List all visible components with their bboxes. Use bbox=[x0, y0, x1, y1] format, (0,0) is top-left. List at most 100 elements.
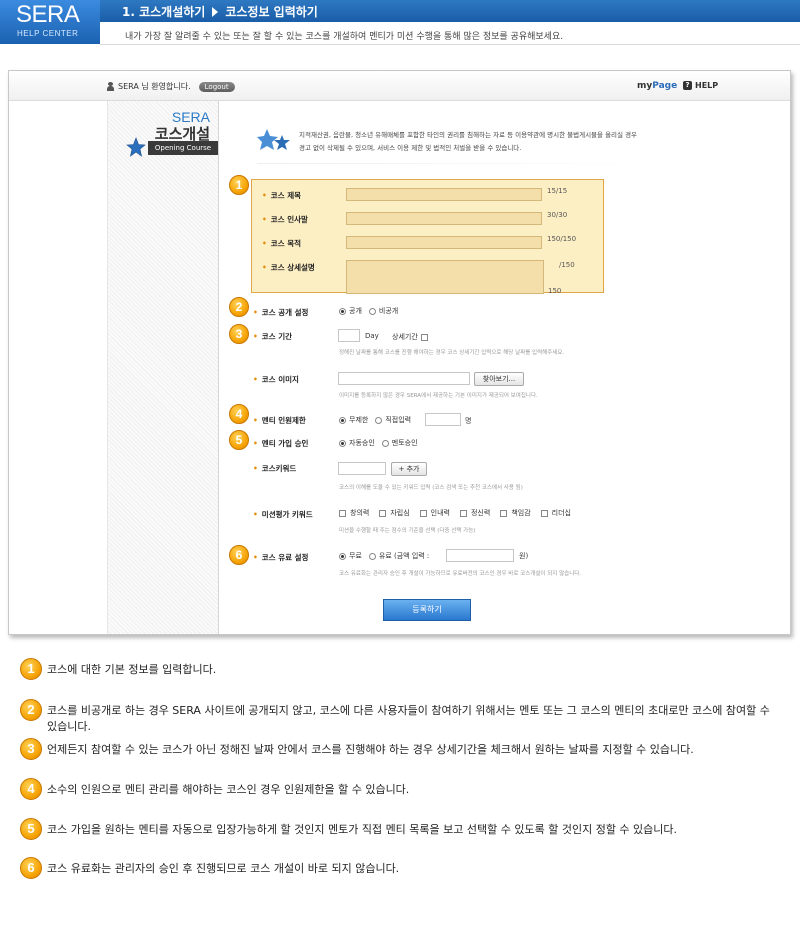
course-greeting-count: 30/30 bbox=[547, 211, 568, 219]
course-title-count: 15/15 bbox=[547, 187, 568, 195]
marker-6: 6 bbox=[229, 545, 249, 565]
welcome-text: SERA 님 환영합니다. bbox=[118, 82, 191, 91]
explanation-marker-4: 4 bbox=[20, 778, 42, 800]
site-topbar: SERA 님 환영합니다. Logout myPage ? HELP bbox=[9, 71, 790, 101]
direct-input-option-label: 직접입력 bbox=[385, 416, 412, 424]
unlimited-option-label: 무제한 bbox=[349, 416, 369, 424]
paid-radio[interactable] bbox=[368, 552, 376, 560]
auto-approve-label: 자동승인 bbox=[349, 439, 375, 447]
period-detail-checkbox[interactable] bbox=[420, 333, 428, 341]
public-option-label: 공개 bbox=[349, 307, 362, 315]
eval-options: 창의력 자립심 인내력 정신력 책임감 리더십 bbox=[339, 508, 571, 518]
period-unit: Day bbox=[365, 332, 379, 340]
register-button[interactable]: 등록하기 bbox=[383, 599, 471, 621]
explanation-text-6: 코스 유료화는 관리자의 승인 후 진행되므로 코스 개설이 바로 되지 않습니… bbox=[47, 862, 400, 875]
course-greeting-input[interactable] bbox=[346, 212, 542, 225]
marker-3: 3 bbox=[229, 324, 249, 344]
help-icon: ? bbox=[683, 81, 692, 90]
explanation-text-2: 코스를 비공개로 하는 경우 SERA 사이트에 공개되지 않고, 코스에 다른… bbox=[47, 704, 770, 733]
mentor-approve-radio[interactable] bbox=[381, 439, 389, 447]
public-setting-label: 코스 공개 설정 bbox=[253, 307, 309, 318]
left-column: SERA 코스개설 Opening Course bbox=[107, 101, 219, 634]
unlimited-radio[interactable] bbox=[339, 416, 346, 424]
course-goal-label: 코스 목적 bbox=[262, 238, 301, 249]
explanation-marker-1: 1 bbox=[20, 658, 42, 680]
keyword-input[interactable] bbox=[338, 462, 386, 475]
private-option-label: 비공개 bbox=[378, 307, 399, 315]
eval-option-4: 정신력 bbox=[470, 509, 491, 517]
header-divider bbox=[100, 44, 800, 45]
course-detail-count: /150 bbox=[559, 261, 575, 269]
eval-checkbox-3[interactable] bbox=[419, 509, 427, 517]
eval-option-1: 창의력 bbox=[350, 509, 370, 517]
breadcrumb: 1. 코스개설하기 코스정보 입력하기 bbox=[122, 3, 318, 20]
header-bar bbox=[0, 0, 800, 22]
period-hint: 정해진 날짜를 통해 코스를 진행 해야하는 경우 코스 상세기간 입력으로 해… bbox=[339, 350, 565, 356]
course-detail-textarea[interactable] bbox=[346, 260, 544, 294]
explanation-text-3: 언제든지 참여할 수 있는 코스가 아닌 정해진 날짜 안에서 코스를 진행해야… bbox=[47, 743, 694, 756]
logout-button[interactable]: Logout bbox=[198, 81, 235, 92]
marker-2: 2 bbox=[229, 297, 249, 317]
eval-checkbox-5[interactable] bbox=[500, 509, 508, 517]
add-keyword-button[interactable]: + 추가 bbox=[391, 462, 427, 476]
sera-logo[interactable]: SERA HELP CENTER bbox=[0, 0, 100, 44]
breadcrumb-step: 1. 코스개설하기 bbox=[122, 5, 206, 19]
course-detail-label: 코스 상세설명 bbox=[262, 262, 315, 273]
logo-subtitle: HELP CENTER bbox=[17, 29, 79, 38]
free-option-label: 무료 bbox=[349, 552, 362, 560]
course-title-input[interactable] bbox=[346, 188, 542, 201]
eval-option-2: 자립심 bbox=[390, 509, 410, 517]
keyword-hint: 코스의 이해를 도울 수 있는 키워드 입력 (코스 검색 또는 추천 코스에서… bbox=[339, 485, 523, 491]
mentee-limit-input[interactable] bbox=[425, 413, 461, 426]
eval-checkbox-2[interactable] bbox=[379, 509, 387, 517]
browse-button[interactable]: 찾아보기... bbox=[474, 372, 524, 386]
eval-checkbox-6[interactable] bbox=[540, 509, 548, 517]
notice-star-icon bbox=[257, 129, 290, 150]
public-radio[interactable] bbox=[339, 307, 346, 315]
help-link[interactable]: ? HELP bbox=[683, 81, 718, 90]
paid-options: 무료 유료 (금액 입력 : bbox=[339, 551, 429, 561]
eval-checkbox-4[interactable] bbox=[459, 509, 467, 517]
paid-unit: 원) bbox=[519, 552, 529, 560]
star-icon bbox=[126, 137, 146, 157]
free-radio[interactable] bbox=[339, 552, 346, 560]
course-greeting-label: 코스 인사말 bbox=[262, 214, 308, 225]
logo-text: SERA bbox=[16, 1, 80, 28]
mypage-suffix: Page bbox=[652, 81, 678, 91]
join-options: 자동승인 멘토승인 bbox=[339, 438, 418, 448]
course-goal-input[interactable] bbox=[346, 236, 542, 249]
paid-setting-label: 코스 유료 설정 bbox=[253, 552, 309, 563]
limit-unit: 명 bbox=[465, 417, 472, 425]
mypage-link[interactable]: myPage bbox=[637, 81, 677, 91]
help-header: SERA HELP CENTER 1. 코스개설하기 코스정보 입력하기 내가 … bbox=[0, 0, 800, 44]
period-detail-group: 상세기간 bbox=[392, 332, 428, 342]
chevron-right-icon bbox=[212, 6, 219, 17]
notice-line-1: 지적재산권, 음란물, 청소년 유해매체를 포함한 타인의 권리를 침해하는 자… bbox=[299, 131, 638, 139]
course-form-screenshot: SERA 님 환영합니다. Logout myPage ? HELP SERA … bbox=[8, 70, 791, 635]
page-description: 내가 가장 잘 알려줄 수 있는 또는 잘 할 수 있는 코스를 개설하여 멘티… bbox=[125, 32, 564, 42]
paid-hint: 코스 유료화는 관리자 승인 후 개설이 가능하므로 유료버전의 코스인 경우 … bbox=[339, 571, 582, 577]
image-path-input[interactable] bbox=[338, 372, 470, 385]
price-input[interactable] bbox=[446, 549, 514, 562]
eval-checkbox-1[interactable] bbox=[339, 509, 346, 517]
mission-eval-label: 미션평가 키워드 bbox=[253, 509, 313, 520]
welcome-area: SERA 님 환영합니다. Logout bbox=[107, 81, 235, 92]
mentee-limit-label: 멘티 인원제한 bbox=[253, 415, 306, 426]
explanation-marker-3: 3 bbox=[20, 738, 42, 760]
opening-course-tag: Opening Course bbox=[148, 141, 218, 155]
auto-approve-radio[interactable] bbox=[339, 439, 346, 447]
explanation-marker-5: 5 bbox=[20, 818, 42, 840]
join-approval-label: 멘티 가입 승인 bbox=[253, 438, 309, 449]
explanation-text-5: 코스 가입을 원하는 멘티를 자동으로 입장가능하게 할 것인지 멘토가 직접 … bbox=[47, 823, 678, 836]
period-detail-label: 상세기간 bbox=[392, 333, 418, 341]
paid-option-label: 유료 (금액 입력 : bbox=[378, 552, 430, 560]
notice-divider bbox=[257, 163, 657, 164]
course-title-label: 코스 제목 bbox=[262, 190, 301, 201]
public-options: 공개 비공개 bbox=[339, 306, 398, 316]
keyword-label: 코스키워드 bbox=[253, 463, 297, 474]
direct-input-radio[interactable] bbox=[375, 416, 383, 424]
marker-5: 5 bbox=[229, 430, 249, 450]
private-radio[interactable] bbox=[368, 307, 376, 315]
period-days-input[interactable] bbox=[338, 329, 360, 342]
explanation-marker-2: 2 bbox=[20, 699, 42, 721]
